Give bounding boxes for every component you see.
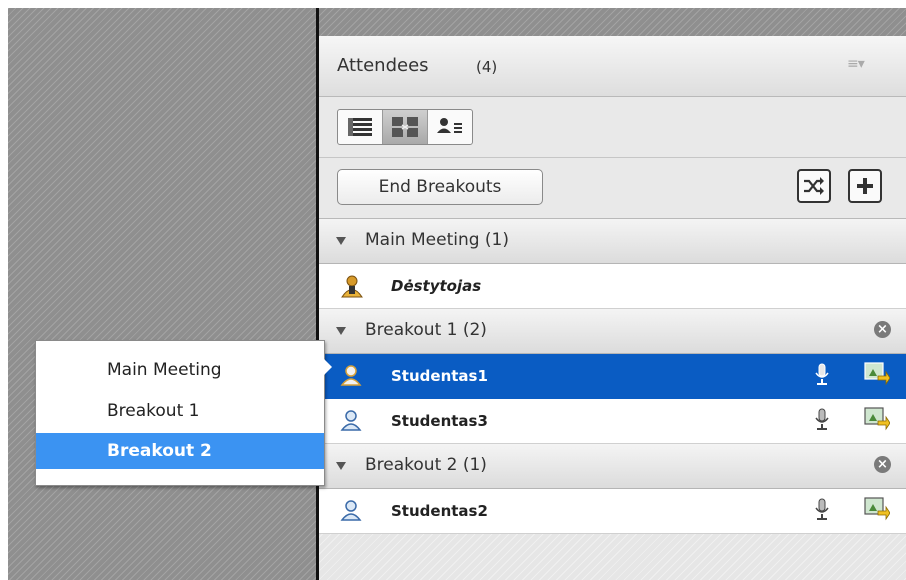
breakout-view-icon[interactable]	[383, 110, 428, 144]
view-mode-switcher	[337, 109, 473, 145]
menu-item-breakout-1[interactable]: Breakout 1	[36, 393, 324, 429]
list-menu-icon[interactable]: ≡▾	[847, 56, 865, 72]
move-to-menu: Main Meeting Breakout 1 Breakout 2	[35, 340, 325, 486]
user-icon	[340, 499, 362, 525]
microphone-icon[interactable]	[813, 408, 831, 436]
attendee-name: Studentas3	[391, 412, 488, 430]
attendee-count: (4)	[476, 58, 498, 76]
pod-header: Attendees (4) ≡▾	[319, 36, 906, 97]
attendee-row[interactable]: Studentas2	[319, 489, 906, 534]
menu-item-breakout-2[interactable]: Breakout 2	[36, 433, 324, 469]
host-user-icon	[340, 274, 364, 302]
microphone-icon[interactable]	[813, 498, 831, 526]
menu-pointer-arrow	[323, 358, 332, 376]
attendee-name: Studentas1	[391, 367, 488, 385]
pod-title: Attendees	[337, 55, 429, 76]
list-view-icon[interactable]	[338, 110, 383, 144]
shuffle-icon[interactable]	[797, 169, 831, 203]
move-to-breakout-icon[interactable]	[864, 362, 891, 390]
attendee-detail-view-icon[interactable]	[428, 110, 472, 144]
group-label: Breakout 1 (2)	[365, 320, 487, 340]
collapse-triangle-icon[interactable]	[336, 462, 346, 470]
move-to-breakout-icon[interactable]	[864, 497, 891, 525]
breakout-toolbar: End Breakouts	[319, 158, 906, 219]
attendee-row[interactable]: Dėstytojas	[319, 264, 906, 309]
group-breakout-1[interactable]: Breakout 1 (2) ×	[319, 309, 906, 354]
attendee-name: Studentas2	[391, 502, 488, 520]
user-icon	[340, 364, 362, 390]
end-breakouts-button[interactable]: End Breakouts	[337, 169, 543, 205]
group-label: Main Meeting (1)	[365, 230, 510, 250]
collapse-triangle-icon[interactable]	[336, 237, 346, 245]
menu-item-main-meeting[interactable]: Main Meeting	[36, 352, 324, 388]
attendee-row[interactable]: Studentas1	[319, 354, 906, 399]
attendees-pod: Attendees (4) ≡▾ End Breakouts Main Meet…	[319, 36, 906, 580]
group-breakout-2[interactable]: Breakout 2 (1) ×	[319, 444, 906, 489]
view-toolbar	[319, 97, 906, 158]
user-icon	[340, 409, 362, 435]
plus-icon[interactable]	[848, 169, 882, 203]
microphone-icon[interactable]	[813, 363, 831, 391]
close-icon[interactable]: ×	[874, 456, 891, 473]
move-to-breakout-icon[interactable]	[864, 407, 891, 435]
group-label: Breakout 2 (1)	[365, 455, 487, 475]
attendee-name: Dėstytojas	[391, 277, 482, 295]
attendee-row[interactable]: Studentas3	[319, 399, 906, 444]
collapse-triangle-icon[interactable]	[336, 327, 346, 335]
close-icon[interactable]: ×	[874, 321, 891, 338]
group-main-meeting[interactable]: Main Meeting (1)	[319, 219, 906, 264]
